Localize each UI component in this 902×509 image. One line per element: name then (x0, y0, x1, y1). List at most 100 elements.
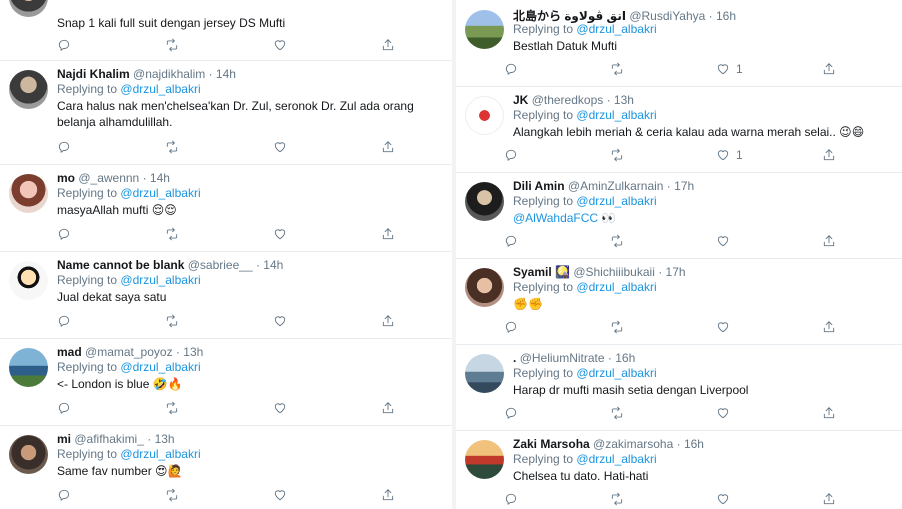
share-button[interactable] (381, 38, 395, 52)
timestamp[interactable]: 13h (614, 93, 634, 107)
replying-to-link[interactable]: @drzul_albakri (120, 273, 200, 287)
tweet[interactable]: Zaki Marsoha @zakimarsoha · 16h Replying … (456, 430, 902, 509)
like-button[interactable] (716, 492, 730, 506)
share-button[interactable] (381, 314, 395, 328)
reply-button[interactable] (57, 38, 71, 52)
avatar[interactable] (465, 354, 504, 393)
reply-button[interactable] (57, 401, 71, 415)
reply-button[interactable] (57, 227, 71, 241)
avatar[interactable] (9, 174, 48, 213)
avatar[interactable] (9, 261, 48, 300)
display-name[interactable]: mo (57, 171, 75, 185)
handle[interactable]: @HeliumNitrate (520, 351, 605, 365)
display-name[interactable]: 北島から انق ڤولاوة (513, 9, 626, 23)
handle[interactable]: @Shichiiibukaii (573, 265, 655, 279)
share-button[interactable] (822, 492, 836, 506)
retweet-button[interactable] (165, 140, 179, 154)
replying-to-link[interactable]: @drzul_albakri (576, 22, 656, 36)
handle[interactable]: @_awennn (78, 171, 139, 185)
tweet[interactable]: mad @mamat_poyoz · 13h Replying to @drzul… (0, 338, 456, 426)
replying-to-link[interactable]: @drzul_albakri (120, 447, 200, 461)
retweet-button[interactable] (165, 488, 179, 502)
like-button[interactable] (273, 401, 287, 415)
avatar[interactable] (465, 182, 504, 221)
avatar[interactable] (9, 435, 48, 474)
reply-button[interactable] (504, 320, 518, 334)
display-name[interactable]: Dili Amin (513, 179, 565, 193)
retweet-button[interactable] (610, 320, 624, 334)
timestamp[interactable]: 14h (263, 258, 283, 272)
replying-to-link[interactable]: @drzul_albakri (576, 280, 656, 294)
display-name[interactable]: JK (513, 93, 528, 107)
share-button[interactable] (381, 488, 395, 502)
reply-button[interactable] (504, 234, 518, 248)
display-name[interactable]: Najdi Khalim (57, 67, 130, 81)
reply-button[interactable] (504, 492, 518, 506)
like-button[interactable] (273, 38, 287, 52)
handle[interactable]: @theredkops (532, 93, 604, 107)
display-name[interactable]: Zaki Marsoha (513, 437, 590, 451)
share-button[interactable] (381, 227, 395, 241)
tweet[interactable]: Syamil 🎑 @Shichiiibukaii · 17h Replying t… (456, 258, 902, 345)
replying-to-link[interactable]: @drzul_albakri (120, 360, 200, 374)
retweet-button[interactable] (610, 406, 624, 420)
like-button[interactable] (273, 314, 287, 328)
retweet-button[interactable] (165, 227, 179, 241)
handle[interactable]: @mamat_poyoz (85, 345, 173, 359)
tweet[interactable]: . @HeliumNitrate · 16h Replying to @drzul… (456, 344, 902, 431)
replying-to-link[interactable]: @drzul_albakri (576, 108, 656, 122)
handle[interactable]: @sabriee__ (188, 258, 253, 272)
avatar[interactable] (9, 0, 48, 17)
timestamp[interactable]: 14h (150, 171, 170, 185)
avatar[interactable] (9, 70, 48, 109)
reply-button[interactable] (57, 314, 71, 328)
avatar[interactable] (9, 348, 48, 387)
timestamp[interactable]: 13h (155, 432, 175, 446)
share-button[interactable] (822, 234, 836, 248)
replying-to-link[interactable]: @drzul_albakri (576, 194, 656, 208)
retweet-button[interactable] (165, 401, 179, 415)
avatar[interactable] (465, 268, 504, 307)
tweet[interactable]: Name cannot be blank @sabriee__ · 14h Rep… (0, 251, 456, 339)
like-button[interactable] (273, 140, 287, 154)
replying-to-link[interactable]: @drzul_albakri (576, 452, 656, 466)
display-name[interactable]: . (513, 351, 516, 365)
like-button[interactable] (273, 488, 287, 502)
display-name[interactable]: mi (57, 432, 71, 446)
handle[interactable]: @afifhakimi_ (74, 432, 144, 446)
avatar[interactable] (465, 440, 504, 479)
avatar[interactable] (465, 96, 504, 135)
handle[interactable]: @AminZulkarnain (568, 179, 664, 193)
retweet-button[interactable] (610, 234, 624, 248)
display-name[interactable]: mad (57, 345, 82, 359)
reply-button[interactable] (504, 406, 518, 420)
like-button[interactable]: 1 (716, 148, 743, 162)
replying-to-link[interactable]: @drzul_albakri (120, 82, 200, 96)
timestamp[interactable]: 13h (183, 345, 203, 359)
handle[interactable]: @RusdiYahya (629, 9, 705, 23)
retweet-button[interactable] (165, 38, 179, 52)
timestamp[interactable]: 17h (666, 265, 686, 279)
reply-button[interactable] (504, 148, 518, 162)
tweet[interactable]: Dili Amin @AminZulkarnain · 17h Replying … (456, 172, 902, 259)
share-button[interactable] (822, 62, 836, 76)
reply-button[interactable] (504, 62, 518, 76)
timestamp[interactable]: 16h (716, 9, 736, 23)
tweet[interactable]: JK @theredkops · 13h Replying to @drzul_a… (456, 86, 902, 173)
display-name[interactable]: Syamil 🎑 (513, 265, 570, 279)
reply-button[interactable] (57, 140, 71, 154)
tweet[interactable]: Najdi Khalim @najdikhalim · 14h Replying … (0, 60, 456, 165)
timestamp[interactable]: 16h (615, 351, 635, 365)
timestamp[interactable]: 17h (674, 179, 694, 193)
share-button[interactable] (822, 148, 836, 162)
like-button[interactable]: 1 (716, 62, 743, 76)
share-button[interactable] (822, 406, 836, 420)
retweet-button[interactable] (610, 492, 624, 506)
handle[interactable]: @najdikhalim (133, 67, 205, 81)
like-button[interactable] (716, 234, 730, 248)
share-button[interactable] (381, 401, 395, 415)
tweet[interactable]: mi @afifhakimi_ · 13h Replying to @drzul_… (0, 425, 456, 509)
like-button[interactable] (716, 320, 730, 334)
like-button[interactable] (716, 406, 730, 420)
reply-button[interactable] (57, 488, 71, 502)
